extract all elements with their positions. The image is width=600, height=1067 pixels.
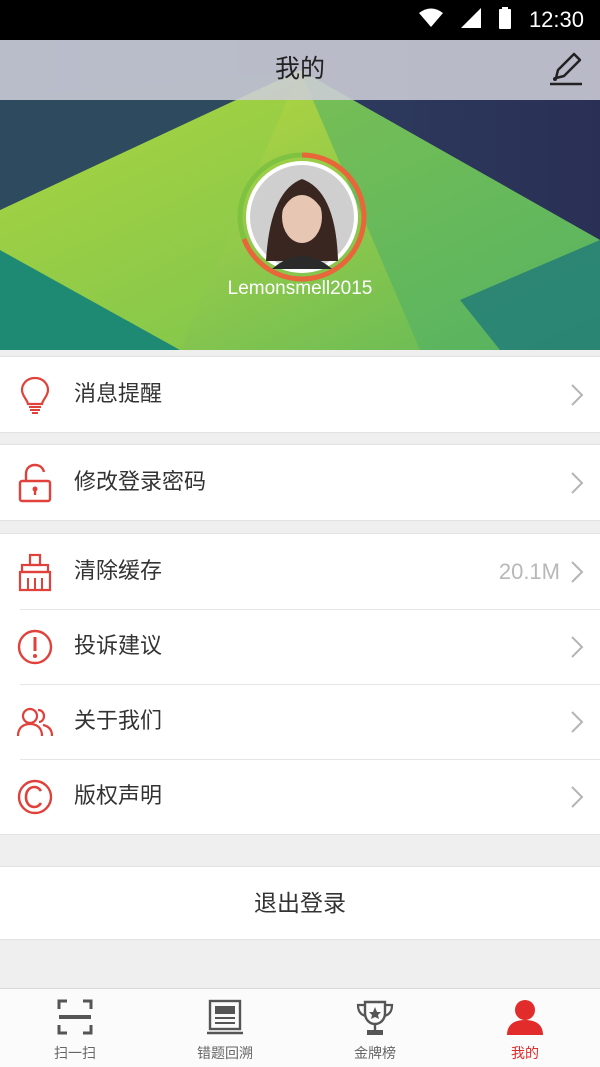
chevron-right-icon [571,472,584,494]
edit-icon [550,52,582,86]
page-title: 我的 [274,54,325,83]
status-time: 12:30 [528,7,584,32]
menu-item-label: 消息提醒 [74,382,163,407]
battery-icon [498,7,511,33]
person-icon [507,1000,543,1035]
menu-group-1: 消息提醒 [0,356,600,433]
tab-label: 金牌榜 [354,1046,396,1062]
menu-item-clear-cache[interactable]: 清除缓存 20.1M [0,534,600,609]
profile-header: 我的 Lemonsmell2015 [0,40,600,350]
menu-item-about-us[interactable]: 关于我们 [0,684,600,759]
chevron-right-icon [571,561,584,583]
status-bar: 12:30 [0,0,600,40]
menu-item-label: 清除缓存 [74,559,163,584]
username: Lemonsmell2015 [227,278,373,299]
newspaper-icon [207,999,243,1035]
tab-scan[interactable]: 扫一扫 [0,989,150,1067]
menu-item-notifications[interactable]: 消息提醒 [0,357,600,432]
menu-item-label: 版权声明 [74,784,163,809]
menu-item-label: 关于我们 [74,709,163,734]
lightbulb-icon [20,376,50,414]
bottom-tab-bar: 扫一扫 错题回溯 金牌榜 我的 [0,988,600,1067]
menu-group-2: 修改登录密码 [0,444,600,521]
edit-button[interactable] [546,48,586,88]
tab-wrong-questions[interactable]: 错题回溯 [150,989,300,1067]
menu-item-label: 投诉建议 [74,634,163,659]
broom-icon [18,553,52,592]
menu-item-feedback[interactable]: 投诉建议 [0,609,600,684]
cache-size: 20.1M [498,559,560,584]
wifi-icon [418,8,443,32]
menu-group-3: 清除缓存 20.1M 投诉建议 关于我们 版权声明 [0,533,600,835]
users-icon [16,707,54,737]
menu-item-change-password[interactable]: 修改登录密码 [0,445,600,520]
chevron-right-icon [571,786,584,808]
logout-button[interactable]: 退出登录 [0,866,600,940]
chevron-right-icon [571,636,584,658]
tab-mine[interactable]: 我的 [450,989,600,1067]
trophy-icon [356,1000,394,1035]
signal-icon [460,8,481,32]
avatar[interactable] [236,151,368,283]
menu-item-label: 修改登录密码 [74,470,207,495]
tab-label: 我的 [511,1046,539,1062]
alert-circle-icon [17,629,53,665]
scan-icon [57,999,93,1035]
title-bar: 我的 [0,40,600,100]
unlock-icon [18,463,52,503]
chevron-right-icon [571,384,584,406]
tab-label: 错题回溯 [197,1046,253,1062]
copyright-icon [17,779,53,815]
tab-leaderboard[interactable]: 金牌榜 [300,989,450,1067]
chevron-right-icon [571,711,584,733]
tab-label: 扫一扫 [54,1046,96,1062]
menu-item-copyright[interactable]: 版权声明 [0,759,600,834]
